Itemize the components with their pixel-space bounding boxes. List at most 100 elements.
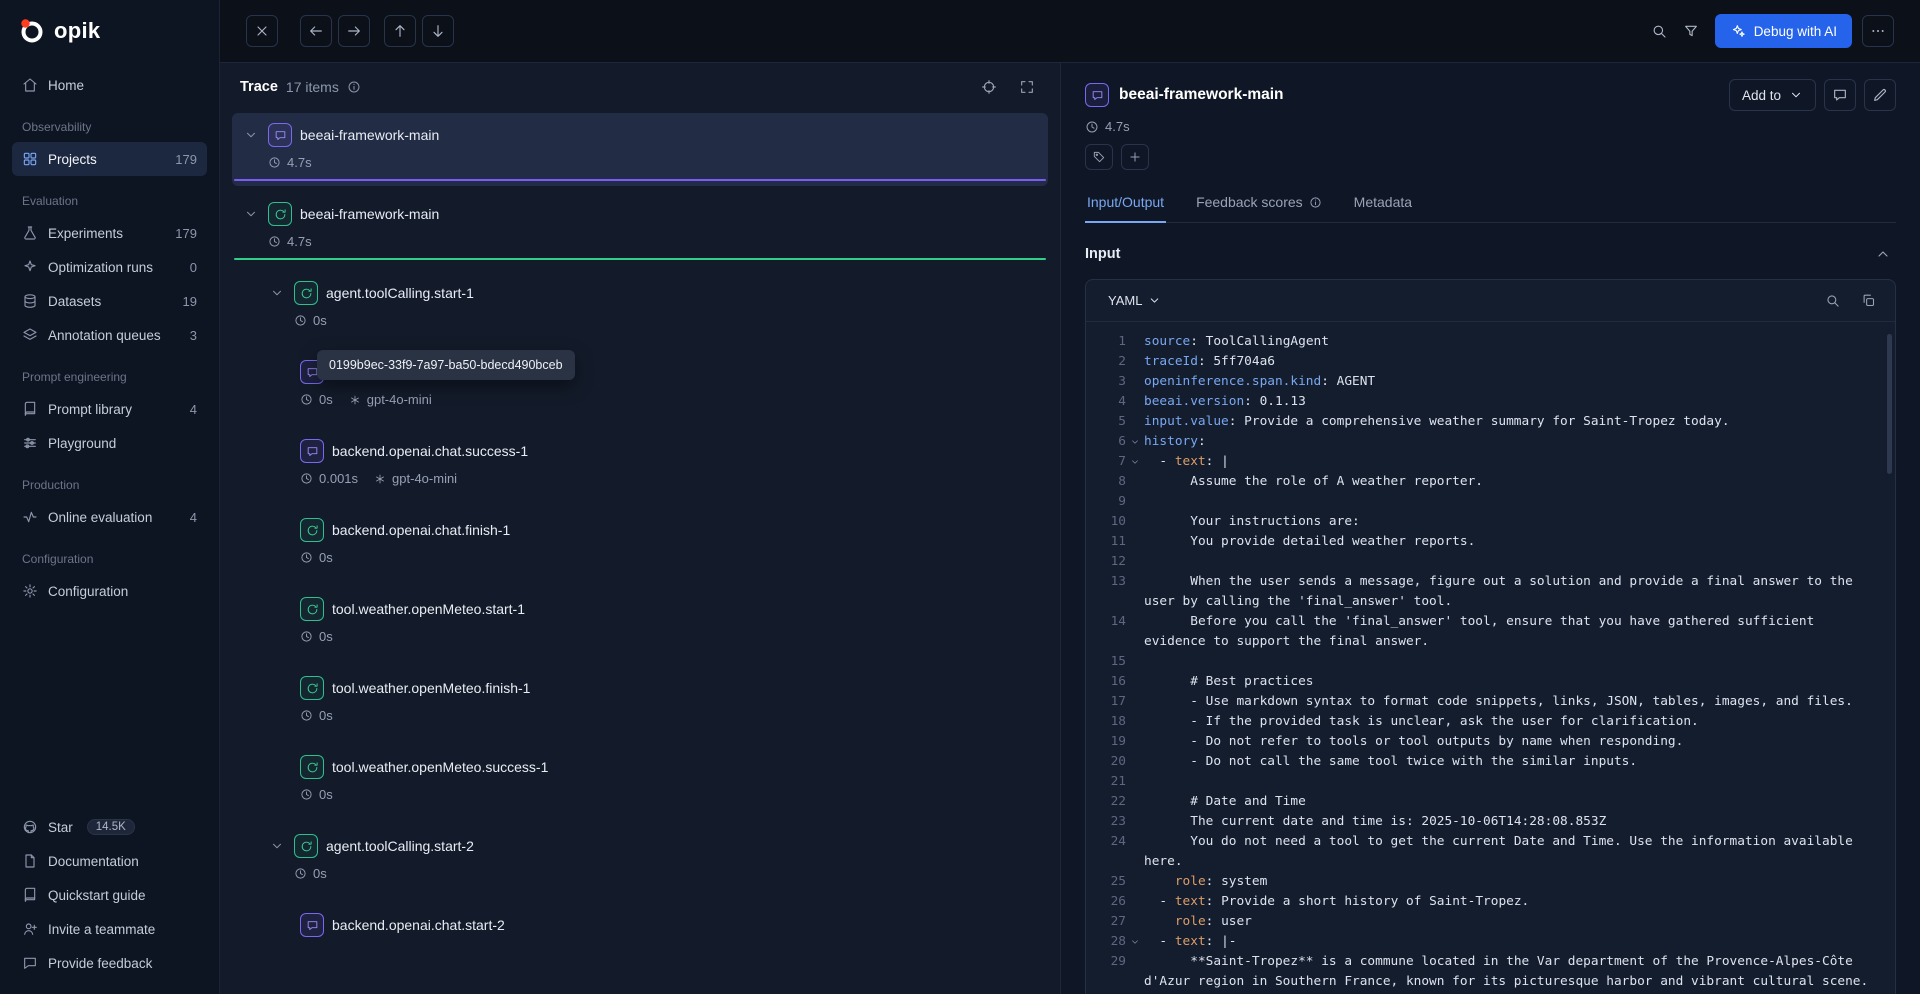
trace-item[interactable]: 0sgpt-4o-mini0199b9ec-33f9-7a97-ba50-bde… — [232, 350, 1048, 423]
trace-item[interactable]: agent.toolCalling.start-20s — [232, 824, 1048, 897]
fold-spacer — [1126, 612, 1144, 652]
format-select[interactable]: YAML — [1100, 288, 1169, 313]
scrollbar-thumb[interactable] — [1887, 334, 1892, 474]
copy-code-button[interactable] — [1855, 288, 1881, 314]
footer-item-quickstart-guide[interactable]: Quickstart guide — [12, 878, 207, 912]
code-line: 9 — [1096, 492, 1881, 512]
tab-metadata[interactable]: Metadata — [1352, 184, 1414, 222]
gear-icon — [22, 583, 38, 599]
footer-item-provide-feedback[interactable]: Provide feedback — [12, 946, 207, 980]
chevron-down-icon[interactable] — [270, 286, 286, 300]
sidebar-item-label: Annotation queues — [48, 328, 161, 343]
footer-item-star[interactable]: Star14.5K — [12, 810, 207, 844]
sidebar-item-home[interactable]: Home — [12, 68, 207, 102]
collapse-section-button[interactable] — [1870, 241, 1896, 267]
line-number: 23 — [1096, 812, 1126, 832]
forward-button[interactable] — [338, 15, 370, 47]
fold-chevron-icon[interactable] — [1126, 452, 1144, 472]
tab-input-output[interactable]: Input/Output — [1085, 184, 1166, 222]
add-to-button[interactable]: Add to — [1729, 79, 1816, 111]
fold-spacer — [1126, 472, 1144, 492]
sidebar-item-playground[interactable]: Playground — [12, 426, 207, 460]
trace-item[interactable]: beeai-framework-main4.7s — [232, 113, 1048, 186]
fold-spacer — [1126, 792, 1144, 812]
fold-spacer — [1126, 912, 1144, 932]
focus-trace-button[interactable] — [976, 74, 1002, 100]
chevron-down-icon[interactable] — [270, 839, 286, 853]
chevron-down-icon[interactable] — [244, 207, 260, 221]
trace-item[interactable]: agent.toolCalling.start-10s — [232, 271, 1048, 344]
footer-item-label: Documentation — [48, 854, 139, 869]
line-number: 25 — [1096, 872, 1126, 892]
add-tag-button[interactable] — [1085, 144, 1113, 170]
expand-all-button[interactable] — [1014, 74, 1040, 100]
trace-item-name: backend.openai.chat.start-2 — [332, 917, 505, 933]
tab-label: Metadata — [1354, 194, 1412, 210]
sidebar-item-online-evaluation[interactable]: Online evaluation4 — [12, 500, 207, 534]
footer-item-documentation[interactable]: Documentation — [12, 844, 207, 878]
footer-item-invite-a-teammate[interactable]: Invite a teammate — [12, 912, 207, 946]
debug-with-ai-label: Debug with AI — [1754, 24, 1837, 39]
add-button[interactable] — [1121, 144, 1149, 170]
edit-button[interactable] — [1864, 79, 1896, 111]
code-line: 16 # Best practices — [1096, 672, 1881, 692]
sidebar-item-projects[interactable]: Projects179 — [12, 142, 207, 176]
fold-spacer — [1126, 412, 1144, 432]
close-button[interactable] — [246, 15, 278, 47]
back-button[interactable] — [300, 15, 332, 47]
opik-logo[interactable]: opik — [0, 0, 219, 62]
github-icon — [22, 819, 38, 835]
tab-label: Feedback scores — [1196, 194, 1303, 210]
fold-chevron-icon[interactable] — [1126, 932, 1144, 952]
trace-item[interactable]: tool.weather.openMeteo.success-10s — [232, 745, 1048, 818]
sidebar-item-annotation-queues[interactable]: Annotation queues3 — [12, 318, 207, 352]
llm-span-icon — [268, 123, 292, 147]
duration: 0s — [300, 629, 333, 644]
code-line: 12 — [1096, 552, 1881, 572]
input-section-header[interactable]: Input — [1085, 237, 1896, 279]
sidebar-item-prompt-library[interactable]: Prompt library4 — [12, 392, 207, 426]
sidebar-item-label: Home — [48, 78, 84, 93]
sidebar-item-datasets[interactable]: Datasets19 — [12, 284, 207, 318]
trace-item[interactable]: backend.openai.chat.start-2 — [232, 903, 1048, 953]
code-line: 28 - text: |- — [1096, 932, 1881, 952]
trace-item[interactable]: tool.weather.openMeteo.start-10s — [232, 587, 1048, 660]
comments-button[interactable] — [1824, 79, 1856, 111]
nav-section-label: Prompt engineering — [22, 370, 197, 384]
model-icon — [374, 473, 386, 485]
model-badge: gpt-4o-mini — [349, 392, 432, 407]
duration-value: 4.7s — [1105, 119, 1130, 134]
code-line: 8 Assume the role of A weather reporter. — [1096, 472, 1881, 492]
code-line: 19 - Do not refer to tools or tool outpu… — [1096, 732, 1881, 752]
sidebar-item-experiments[interactable]: Experiments179 — [12, 216, 207, 250]
agent-span-icon — [300, 597, 324, 621]
feedback-icon — [22, 955, 38, 971]
search-in-code-button[interactable] — [1819, 288, 1845, 314]
sidebar-item-configuration[interactable]: Configuration — [12, 574, 207, 608]
span-id-tooltip: 0199b9ec-33f9-7a97-ba50-bdecd490bceb — [317, 350, 575, 380]
search-button[interactable] — [1643, 15, 1675, 47]
fold-spacer — [1126, 832, 1144, 872]
line-number: 6 — [1096, 432, 1126, 452]
trace-item[interactable]: backend.openai.chat.success-10.001sgpt-4… — [232, 429, 1048, 502]
filter-button[interactable] — [1675, 15, 1707, 47]
span-detail-panel: beeai-framework-main Add to 4.7s — [1060, 62, 1920, 994]
sidebar-item-label: Playground — [48, 436, 116, 451]
trace-item[interactable]: tool.weather.openMeteo.finish-10s — [232, 666, 1048, 739]
prev-trace-button[interactable] — [384, 15, 416, 47]
more-options-button[interactable] — [1862, 15, 1894, 47]
debug-with-ai-button[interactable]: Debug with AI — [1715, 14, 1852, 48]
next-trace-button[interactable] — [422, 15, 454, 47]
trace-item[interactable]: beeai-framework-main4.7s — [232, 192, 1048, 265]
app-window: opik HomeObservabilityProjects179Evaluat… — [0, 0, 1920, 994]
sparkle-icon — [22, 259, 38, 275]
input-section-title: Input — [1085, 246, 1120, 262]
trace-item-name: backend.openai.chat.success-1 — [332, 443, 528, 459]
trace-item[interactable]: backend.openai.chat.finish-10s — [232, 508, 1048, 581]
sidebar-item-count: 19 — [183, 294, 197, 309]
tab-feedback-scores[interactable]: Feedback scores — [1194, 184, 1324, 222]
fold-spacer — [1126, 532, 1144, 552]
sidebar-item-optimization-runs[interactable]: Optimization runs0 — [12, 250, 207, 284]
fold-chevron-icon[interactable] — [1126, 432, 1144, 452]
chevron-down-icon[interactable] — [244, 128, 260, 142]
